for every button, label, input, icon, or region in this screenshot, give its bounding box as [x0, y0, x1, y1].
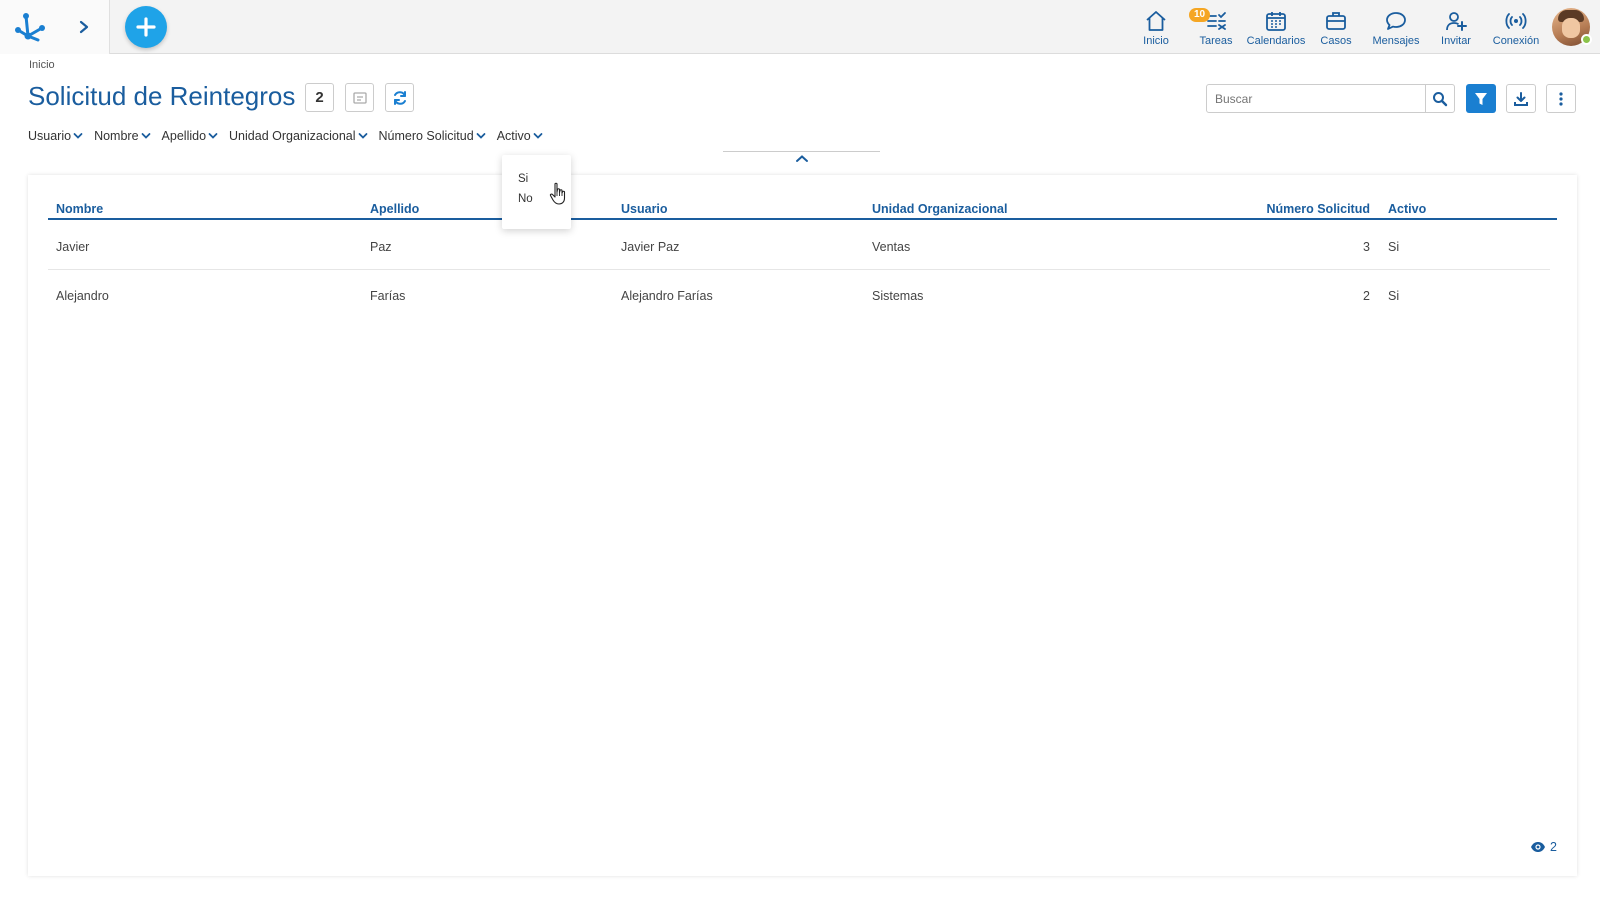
- nav-label: Calendarios: [1246, 35, 1306, 47]
- cell-usuario: Alejandro Farías: [621, 289, 713, 303]
- cell-unidad-organizacional: Ventas: [872, 240, 911, 254]
- table-header: Nombre Apellido Usuario Unidad Organizac…: [48, 189, 1557, 220]
- filter-label: Unidad Organizacional: [229, 129, 356, 143]
- nav-inicio[interactable]: Inicio: [1126, 0, 1186, 54]
- cell-unidad-organizacional: Sistemas: [872, 289, 924, 303]
- view-mode-button[interactable]: [345, 83, 374, 112]
- avatar[interactable]: [1552, 8, 1592, 46]
- cell-apellido: Paz: [370, 240, 392, 254]
- cell-nombre: Javier: [56, 240, 90, 254]
- more-vertical-icon: [1559, 91, 1563, 106]
- cell-numero-solicitud: 2: [1363, 289, 1370, 303]
- filter-numero-solicitud[interactable]: Número Solicitud: [379, 129, 486, 143]
- nav-label: Inicio: [1143, 35, 1169, 47]
- briefcase-icon: [1326, 12, 1346, 30]
- column-header-activo[interactable]: Activo: [1388, 202, 1426, 216]
- filter-label: Apellido: [161, 129, 207, 143]
- nav-casos[interactable]: Casos: [1306, 0, 1366, 54]
- cell-apellido: Farías: [370, 289, 406, 303]
- view-count-value: 2: [1550, 840, 1557, 854]
- search-icon: [1433, 91, 1448, 106]
- filter-button[interactable]: [1466, 84, 1496, 113]
- invite-user-icon: [1446, 12, 1467, 31]
- chevron-down-icon: [73, 133, 83, 139]
- plus-icon: [136, 17, 156, 37]
- download-icon: [1514, 91, 1528, 106]
- avatar-face: [1562, 18, 1580, 38]
- chevron-down-icon: [533, 133, 543, 139]
- cell-nombre: Alejandro: [56, 289, 109, 303]
- nav-label: Conexión: [1492, 35, 1540, 47]
- filter-unidad-organizacional[interactable]: Unidad Organizacional: [229, 129, 367, 143]
- filter-apellido[interactable]: Apellido: [162, 129, 218, 143]
- chevron-down-icon: [208, 133, 218, 139]
- nav-tareas[interactable]: 10 Tareas: [1186, 0, 1246, 54]
- search-button[interactable]: [1425, 84, 1455, 113]
- filter-label: Nombre: [94, 129, 139, 143]
- chat-icon: [1386, 12, 1406, 30]
- nav-conexion[interactable]: Conexión: [1486, 0, 1546, 54]
- nav-label: Tareas: [1199, 35, 1233, 47]
- filter-nombre[interactable]: Nombre: [94, 129, 150, 143]
- nav-mensajes[interactable]: Mensajes: [1366, 0, 1426, 54]
- filter-label: Número Solicitud: [378, 129, 474, 143]
- column-header-apellido[interactable]: Apellido: [370, 202, 419, 216]
- table-row[interactable]: Javier Paz Javier Paz Ventas 3 Si: [48, 221, 1550, 270]
- record-count-badge: 2: [305, 83, 334, 112]
- calendar-icon: [1266, 12, 1286, 31]
- tasks-badge: 10: [1189, 8, 1211, 22]
- more-options-button[interactable]: [1546, 84, 1576, 113]
- filter-icon: [1475, 92, 1487, 105]
- filter-usuario[interactable]: Usuario: [28, 129, 83, 143]
- filter-activo[interactable]: Activo: [497, 129, 543, 143]
- download-button[interactable]: [1506, 84, 1536, 113]
- online-status-icon: [1581, 34, 1592, 45]
- home-icon: [1146, 11, 1166, 31]
- cell-usuario: Javier Paz: [621, 240, 680, 254]
- view-count: 2: [1530, 840, 1557, 854]
- filter-bar: Usuario Nombre Apellido Unidad Organizac…: [28, 129, 554, 143]
- breadcrumb[interactable]: Inicio: [29, 59, 55, 71]
- chevron-down-icon: [358, 133, 367, 139]
- column-header-numero-solicitud[interactable]: Número Solicitud: [1267, 202, 1370, 216]
- filter-divider: [723, 151, 880, 152]
- chevron-down-icon: [476, 133, 486, 139]
- connection-icon: [1505, 13, 1527, 29]
- table-row[interactable]: Alejandro Farías Alejandro Farías Sistem…: [48, 270, 1550, 319]
- cell-activo: Si: [1388, 289, 1400, 303]
- logo-area: [0, 0, 110, 54]
- results-panel: Nombre Apellido Usuario Unidad Organizac…: [28, 175, 1577, 876]
- page-title: Solicitud de Reintegros: [28, 81, 296, 111]
- chevron-up-icon[interactable]: [795, 154, 809, 164]
- column-header-unidad-organizacional[interactable]: Unidad Organizacional: [872, 202, 1007, 216]
- nav-invitar[interactable]: Invitar: [1426, 0, 1486, 54]
- column-header-usuario[interactable]: Usuario: [621, 202, 668, 216]
- cell-numero-solicitud: 3: [1363, 240, 1370, 254]
- filter-label: Activo: [496, 129, 531, 143]
- refresh-button[interactable]: [385, 83, 414, 112]
- nav-label: Casos: [1320, 35, 1352, 47]
- nav-calendarios[interactable]: Calendarios: [1246, 0, 1306, 54]
- main-nav: Inicio 10 Tareas Calendarios Casos Mensa…: [1126, 0, 1600, 54]
- search-input[interactable]: [1206, 84, 1426, 113]
- add-button[interactable]: [125, 6, 167, 48]
- hand-cursor-icon: [549, 182, 566, 205]
- refresh-icon: [393, 90, 406, 105]
- chevron-down-icon: [141, 133, 150, 139]
- view-mode-icon: [352, 91, 367, 104]
- filter-label: Usuario: [28, 129, 72, 143]
- column-header-nombre[interactable]: Nombre: [56, 202, 103, 216]
- nav-label: Mensajes: [1372, 35, 1420, 47]
- chevron-right-icon[interactable]: [76, 17, 92, 37]
- nav-label: Invitar: [1441, 35, 1471, 47]
- top-bar: Inicio 10 Tareas Calendarios Casos Mensa…: [0, 0, 1600, 54]
- cell-activo: Si: [1388, 240, 1400, 254]
- eye-icon: [1531, 842, 1546, 852]
- logo-icon[interactable]: [12, 10, 48, 42]
